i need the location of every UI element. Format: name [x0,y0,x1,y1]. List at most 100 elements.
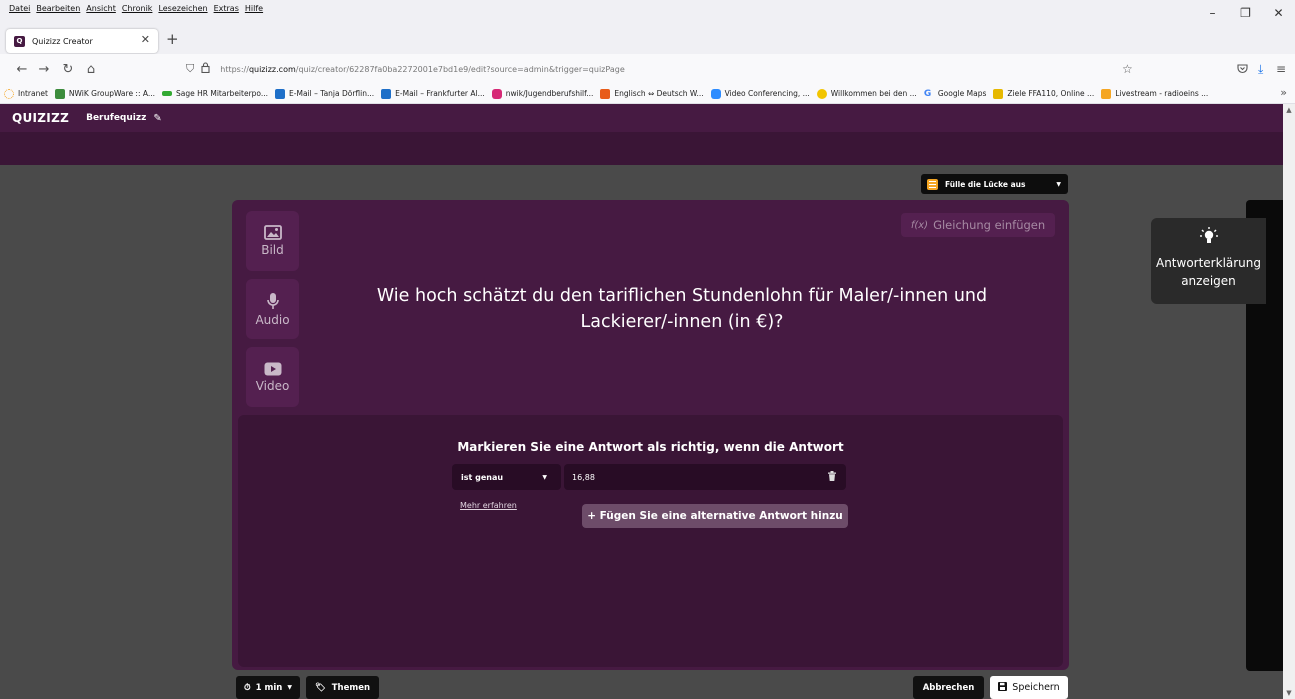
chevron-down-icon: ▼ [1056,180,1061,188]
chevron-down-icon: ▼ [542,473,547,481]
trash-icon[interactable] [828,470,836,484]
match-condition-dropdown[interactable]: ist genau ▼ [452,464,561,490]
forward-icon[interactable]: → [33,54,55,84]
url-bar[interactable]: ⛉ https://quizizz.com/quiz/creator/62287… [183,57,1183,81]
bookmark-star-icon[interactable]: ☆ [1122,54,1133,84]
bookmarks-overflow-icon[interactable]: » [1280,86,1287,99]
microphone-icon [266,292,279,309]
menu-bar: Datei Bearbeiten Ansicht Chronik Lesezei… [0,0,1295,26]
scroll-up-icon[interactable]: ▲ [1283,104,1295,116]
bookmark-item[interactable]: NWiK GroupWare :: A... [54,88,156,99]
bookmark-item[interactable]: E-Mail – Tanja Dörflin... [275,88,375,99]
bookmark-item[interactable]: nwik/Jugendberufshilf... [491,88,593,99]
pencil-icon[interactable]: ✎ [153,113,161,124]
bookmark-item[interactable]: G Google Maps [924,89,987,99]
question-text[interactable]: Wie hoch schätzt du den tariflichen Stun… [352,283,1012,335]
dictionary-icon [600,88,611,99]
tab-strip: Q Quizizz Creator ✕ [0,26,1295,54]
bookmark-item[interactable]: Video Conferencing, ... [710,88,810,99]
tab-title: Quizizz Creator [32,36,93,46]
pocket-icon[interactable] [1237,54,1248,84]
media-label: Audio [255,312,290,327]
bookmark-item[interactable]: E-Mail – Frankfurter Al... [381,88,485,99]
instagram-icon [491,88,502,99]
bookmark-label: NWiK GroupWare :: A... [68,89,156,98]
media-label: Video [255,378,290,393]
url-domain: quizizz.com [248,64,296,74]
bookmark-item[interactable]: Ziele FFA110, Online ... [993,88,1095,99]
answer-instruction: Markieren Sie eine Antwort als richtig, … [457,440,844,454]
url-path: /quiz/creator/62287fa0ba2272001e7bd1e9/e… [295,64,625,74]
add-image-button[interactable]: Bild [246,211,299,271]
menu-item-bearbeiten[interactable]: Bearbeiten [36,4,80,13]
answer-value: 16,88 [572,472,595,482]
lock-icon[interactable] [201,62,210,76]
bookmark-label: Intranet [18,89,48,98]
home-icon[interactable]: ⌂ [80,54,102,84]
menu-item-hilfe[interactable]: Hilfe [245,4,263,13]
zoom-icon [710,88,721,99]
ffa-icon [993,88,1004,99]
bookmark-label: Ziele FFA110, Online ... [1007,89,1095,98]
menu-item-extras[interactable]: Extras [214,4,239,13]
add-video-button[interactable]: Video [246,347,299,407]
quiz-title[interactable]: Berufequizz [86,113,146,123]
maximize-button[interactable]: ❐ [1229,0,1262,26]
page-scrollbar[interactable]: ▲ ▼ [1283,104,1295,699]
menu-item-datei[interactable]: Datei [9,4,30,13]
fill-blank-icon [927,178,938,190]
sage-icon [162,91,173,96]
quizizz-logo[interactable]: QUIZIZZ [12,111,69,125]
url-text[interactable]: https://quizizz.com/quiz/creator/62287fa… [220,65,625,74]
match-condition-label: ist genau [461,472,504,482]
reload-icon[interactable]: ↻ [57,54,79,84]
cancel-button[interactable]: Abbrechen [913,676,984,699]
bookmark-item[interactable]: Willkommen bei den ... [816,88,917,99]
bookmark-label: E-Mail – Tanja Dörflin... [289,89,375,98]
question-type-dropdown[interactable]: Fülle die Lücke aus ▼ [921,174,1068,194]
bookmark-label: Sage HR Mitarbeiterpo... [176,89,269,98]
bookmark-item[interactable]: Englisch ⇔ Deutsch W... [600,88,704,99]
minimize-button[interactable]: – [1196,0,1229,26]
timer-dropdown[interactable]: ⏱ 1 min ▼ [236,676,300,699]
tag-icon: 🏷 [314,682,326,693]
menu-item-chronik[interactable]: Chronik [122,4,153,13]
save-button[interactable]: Speichern [990,676,1068,699]
scroll-down-icon[interactable]: ▼ [1283,687,1295,699]
app-menu-icon[interactable]: ≡ [1276,54,1286,84]
window-controls: – ❐ ✕ [1196,0,1295,26]
tab-quizizz-creator[interactable]: Q Quizizz Creator ✕ [6,29,158,53]
timer-label: 1 min [255,682,283,693]
bookmark-label: E-Mail – Frankfurter Al... [395,89,485,98]
bookmark-item[interactable]: Intranet [4,88,48,99]
bookmark-item[interactable]: Sage HR Mitarbeiterpo... [162,89,268,98]
app-header: QUIZIZZ Berufequizz ✎ [0,104,1283,132]
bookmark-label: Englisch ⇔ Deutsch W... [614,89,704,98]
bookmark-item[interactable]: Livestream - radioeins ... [1101,88,1208,99]
learn-more-link[interactable]: Mehr erfahren [460,501,517,510]
back-icon[interactable]: ← [11,54,33,84]
insert-equation-button[interactable]: f(x) Gleichung einfügen [901,213,1055,237]
image-icon [263,225,282,240]
video-icon [264,362,281,375]
menu-item-lesezeichen[interactable]: Lesezeichen [158,4,207,13]
answer-input[interactable]: 16,88 [564,464,846,490]
groupware-icon [54,88,65,99]
menu-item-ansicht[interactable]: Ansicht [86,4,116,13]
downloads-icon[interactable]: ⤓ [1258,54,1263,84]
bookmark-label: Google Maps [937,89,987,98]
answer-explanation-label: Antworterklärung anzeigen [1155,256,1262,288]
close-window-button[interactable]: ✕ [1262,0,1295,26]
add-audio-button[interactable]: Audio [246,279,299,339]
themes-button[interactable]: 🏷 Themen [306,676,379,699]
chevron-down-icon: ▼ [287,684,292,691]
add-alternative-answer-button[interactable]: + Fügen Sie eine alternative Antwort hin… [582,504,848,528]
tracking-shield-icon[interactable]: ⛉ [186,62,194,76]
radio-icon [1101,88,1112,99]
outlook-icon [275,88,286,99]
save-label: Speichern [1012,682,1060,693]
show-answer-explanation-button[interactable]: Antworterklärung anzeigen [1151,218,1266,304]
tab-close-icon[interactable]: ✕ [141,33,150,46]
google-icon: G [923,88,932,99]
new-tab-button[interactable]: + [166,30,179,48]
